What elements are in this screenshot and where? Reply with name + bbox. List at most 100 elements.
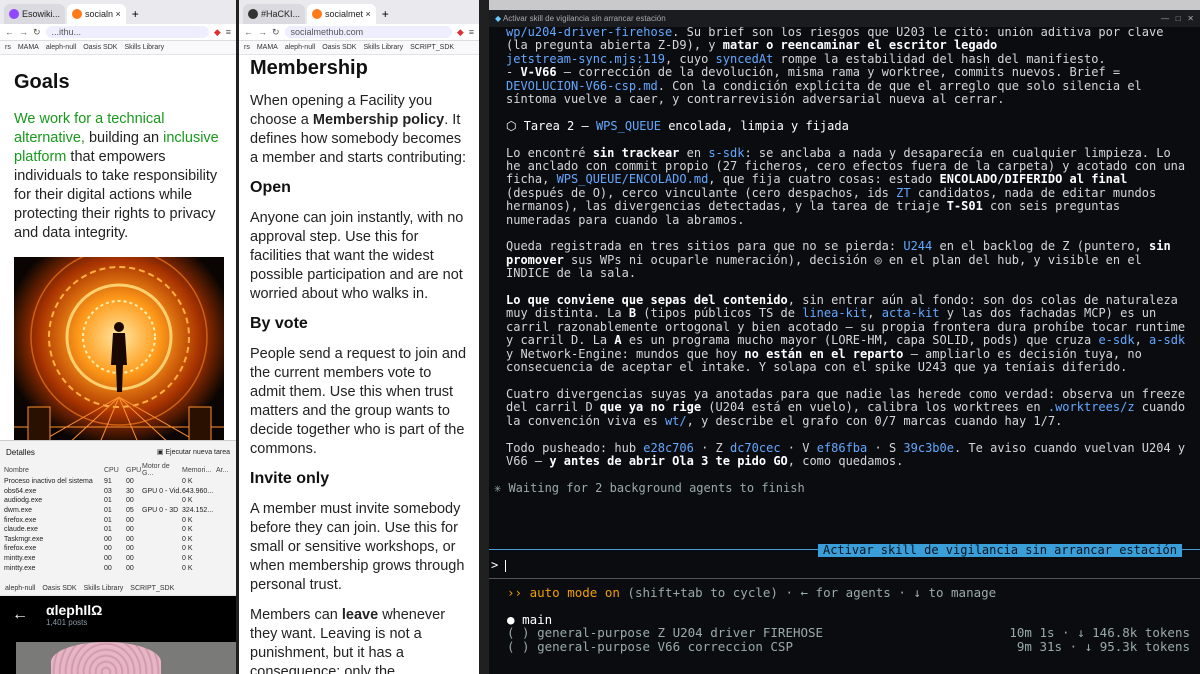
reload-icon[interactable]: ↻ <box>272 27 280 38</box>
bookmark-item[interactable]: SCRIPT_SDK <box>130 585 174 592</box>
bookmark-item[interactable]: Oasis SDK <box>83 44 117 51</box>
left-page-content: Goals We work for a technical alternativ… <box>0 55 236 440</box>
new-tab-button[interactable]: + <box>378 7 393 24</box>
new-tab-button[interactable]: + <box>128 7 143 24</box>
path-token: wt/ <box>664 413 687 428</box>
bookmark-item[interactable]: rs <box>244 44 250 51</box>
column-header[interactable]: GPU <box>126 463 142 477</box>
bold-text: B <box>628 306 637 321</box>
process-value-cell: 03 <box>104 487 112 495</box>
menu-icon[interactable]: ≡ <box>469 27 474 37</box>
shield-icon[interactable]: ◆ <box>457 27 464 38</box>
column-header[interactable]: CPU <box>104 463 126 477</box>
process-value-cell: 00 <box>126 526 134 534</box>
menu-icon[interactable]: ≡ <box>226 27 231 37</box>
minimize-icon[interactable]: — <box>1161 14 1169 23</box>
bookmark-item[interactable]: SCRIPT_SDK <box>410 44 454 51</box>
tab-socialn[interactable]: socialn × <box>67 4 126 24</box>
process-value-cell: 00 <box>126 535 134 543</box>
bookmark-item[interactable]: aleph-null <box>285 44 315 51</box>
column-header[interactable]: Ar... <box>216 463 236 477</box>
bookmark-item[interactable]: Skills Library <box>84 585 124 592</box>
bookmark-item[interactable]: MAMA <box>257 44 278 51</box>
table-row[interactable]: Taskmgr.exe 00 00 0 K <box>0 535 236 545</box>
bookmark-item[interactable]: Oasis SDK <box>42 585 76 592</box>
column-header[interactable]: Motor de G... <box>142 463 182 477</box>
task-manager-title: Detalles <box>6 447 35 457</box>
terminal-titlebar: ◆ Activar skill de vigilancia sin arranc… <box>489 10 1200 27</box>
task-manager-header: Detalles ▣ Ejecutar nueva tarea <box>0 441 236 463</box>
terminal-title: ◆ Activar skill de vigilancia sin arranc… <box>495 12 666 25</box>
back-arrow-icon[interactable]: ← <box>12 606 28 624</box>
agent-row[interactable]: ( ) general-purpose V66 correccion CSP 9m… <box>507 640 1190 654</box>
table-row[interactable]: Proceso inactivo del sistema 91 00 0 K <box>0 477 236 487</box>
process-name-cell: audiodg.exe <box>4 497 43 505</box>
process-value-cell <box>216 515 236 525</box>
goals-text: building an <box>88 130 164 146</box>
task-title: Tarea 2 — <box>523 118 596 133</box>
text: rompe la estabilidad del hash del manifi… <box>773 51 1106 66</box>
bookmark-item[interactable]: Skills Library <box>363 44 403 51</box>
terminal-paragraph: Lo que conviene que sepas del contenido,… <box>506 293 1188 374</box>
column-header[interactable]: Nombre <box>0 463 104 477</box>
bookmarks-bar: rs MAMA aleph-null Oasis SDK Skills Libr… <box>239 41 479 55</box>
bookmark-item[interactable]: aleph-null <box>46 44 76 51</box>
process-value-cell <box>142 525 182 535</box>
bold-text: sin trackear <box>592 145 680 160</box>
middle-tab-strip: #HaCKI... socialmet × + <box>239 0 479 24</box>
table-row[interactable]: claude.exe 01 00 0 K <box>0 525 236 535</box>
forward-icon[interactable]: → <box>19 27 28 37</box>
process-value-cell <box>142 563 182 573</box>
bookmark-item[interactable]: Skills Library <box>124 44 164 51</box>
column-header[interactable]: Memori... <box>182 463 216 477</box>
profile-name: αlephIlΩ <box>46 602 103 618</box>
prompt-input[interactable]: > <box>491 558 507 572</box>
table-row[interactable]: dwm.exe 01 05 GPU 0 - 3D 324.152... <box>0 506 236 516</box>
table-row[interactable]: firefox.exe 01 00 0 K <box>0 515 236 525</box>
tab-esowiki[interactable]: Esowiki... <box>4 4 66 24</box>
address-input[interactable]: ...ithu... <box>45 26 209 38</box>
firefox-icon <box>72 9 83 19</box>
run-task-button[interactable]: ▣ Ejecutar nueva tarea <box>157 448 230 456</box>
table-row[interactable]: mintty.exe 00 00 0 K <box>0 554 236 564</box>
bold-text: V-V66 <box>520 65 557 80</box>
process-value-cell <box>216 554 236 564</box>
process-name-cell: firefox.exe <box>4 516 37 524</box>
waiting-status: ✳ Waiting for 2 background agents to fin… <box>494 481 1188 495</box>
app-icon: ◆ <box>495 13 503 23</box>
address-input[interactable]: socialmethub.com <box>284 26 452 38</box>
shield-icon[interactable]: ◆ <box>214 27 221 38</box>
code-token: e-sdk <box>1098 333 1135 348</box>
process-table: Nombre CPU GPU Motor de G... Memori... A… <box>0 463 236 573</box>
bookmark-item[interactable]: aleph-null <box>5 585 35 592</box>
back-icon[interactable]: ← <box>244 27 253 37</box>
agent-row[interactable]: ( ) general-purpose Z U204 driver FIREHO… <box>507 625 1190 640</box>
process-value-cell: 00 <box>126 545 134 553</box>
table-row[interactable]: mintty.exe 00 00 0 K <box>0 563 236 573</box>
firefox-icon <box>312 9 323 19</box>
process-value-cell: 01 <box>104 507 112 515</box>
process-value-cell: 00 <box>104 555 112 563</box>
maximize-icon[interactable]: □ <box>1176 14 1181 23</box>
bookmark-item[interactable]: MAMA <box>18 44 39 51</box>
back-icon[interactable]: ← <box>5 27 14 37</box>
tab-hacking[interactable]: #HaCKI... <box>243 4 306 24</box>
table-row[interactable]: firefox.exe 00 00 0 K <box>0 544 236 554</box>
reload-icon[interactable]: ↻ <box>33 27 41 38</box>
process-value-cell: 00 <box>104 545 112 553</box>
goals-paragraph: We work for a technical alternative, bui… <box>14 110 226 243</box>
bookmark-item[interactable]: Oasis SDK <box>322 44 356 51</box>
process-value-cell <box>216 535 236 545</box>
process-value-cell <box>216 525 236 535</box>
forward-icon[interactable]: → <box>258 27 267 37</box>
close-icon[interactable]: ✕ <box>1187 14 1194 23</box>
tab-socialmet[interactable]: socialmet × <box>307 4 376 24</box>
text: en <box>679 145 709 160</box>
process-value-cell <box>142 496 182 506</box>
agent-stats: 10m 1s · ↓ 146.8k tokens <box>1009 625 1190 640</box>
bookmark-item[interactable]: rs <box>5 44 11 51</box>
text: (tipos públicos TS de <box>636 306 803 321</box>
input-separator-bottom <box>489 578 1200 579</box>
table-row[interactable]: audiodg.exe 01 00 0 K <box>0 496 236 506</box>
table-row[interactable]: obs64.exe 03 30 GPU 0 - Vid... 643.960... <box>0 487 236 497</box>
